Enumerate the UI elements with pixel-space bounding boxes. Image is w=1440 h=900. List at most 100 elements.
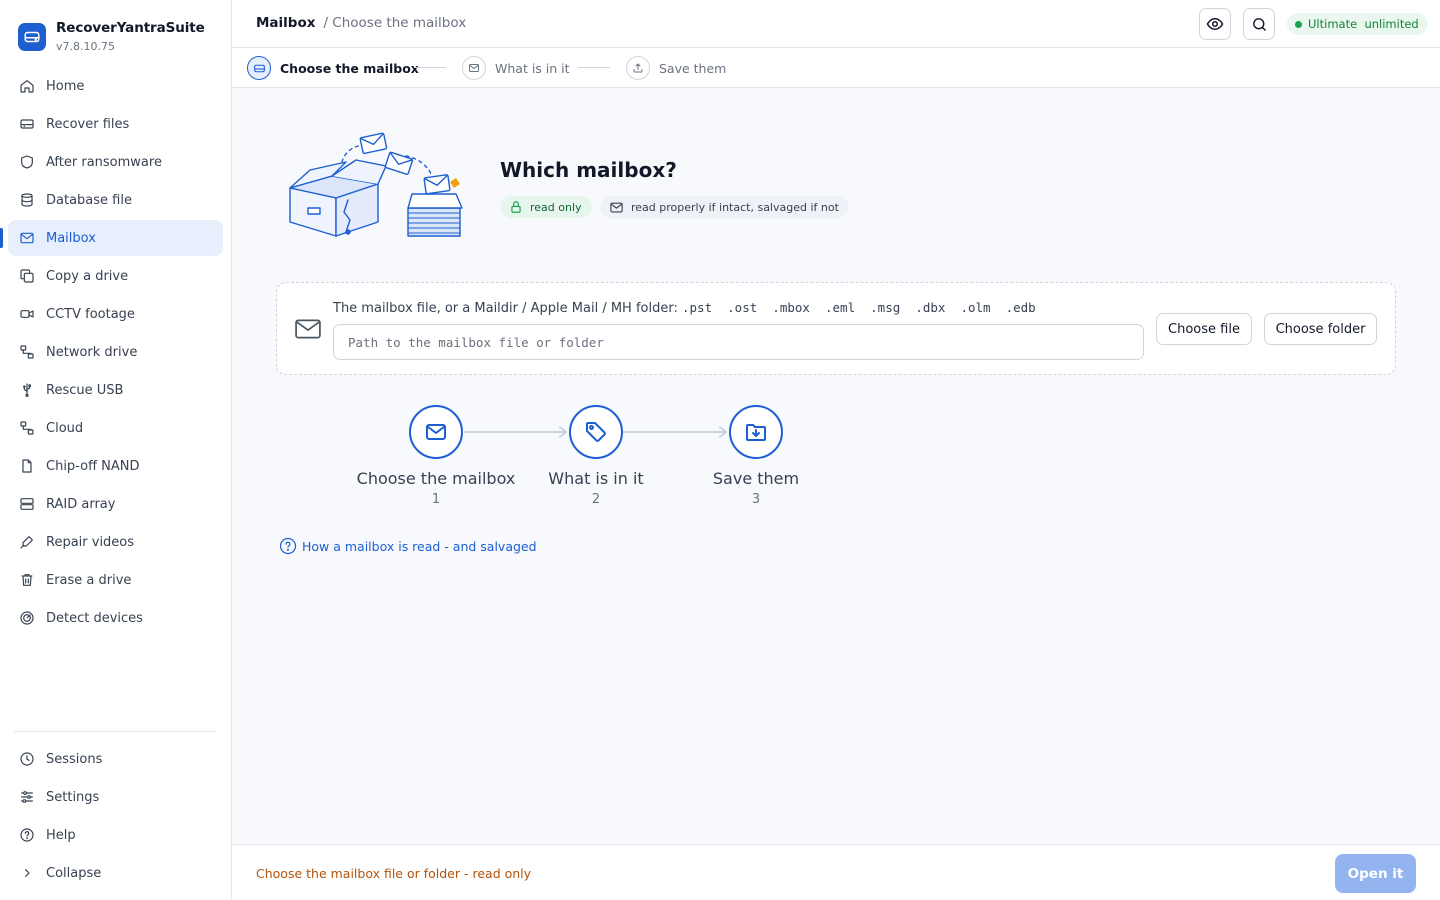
eye-icon [1206,17,1224,31]
flow-node-save-them [729,405,783,459]
step-choose-mailbox[interactable]: Choose the mailbox [247,56,419,80]
sidebar-nav: Home Recover files After ransomware Data… [0,68,223,638]
flow-node-what-is-in-it [569,405,623,459]
sidebar-item-help[interactable]: Help [8,817,223,853]
sidebar-item-mailbox[interactable]: Mailbox [0,220,223,256]
flow-label: Save them [712,469,800,488]
sidebar-item-chip-off-nand[interactable]: Chip-off NAND [8,448,223,484]
status-message: Choose the mailbox file or folder - read… [256,866,532,881]
badge-label: read properly if intact, salvaged if not [631,200,839,214]
step-save-them[interactable]: Save them [626,56,726,80]
mailbox-source-dropzone[interactable]: The mailbox file, or a Maildir / Apple M… [276,282,1396,375]
step-connector [414,67,446,68]
stepper: Choose the mailbox What is in it Save th… [232,48,1440,88]
step-what-is-in-it[interactable]: What is in it [462,56,570,80]
app-version: v7.8.10.75 [56,40,115,53]
page-title: Which mailbox? [500,158,677,182]
sidebar-bottom-nav: Sessions Settings Help Collapse [8,741,223,893]
mailbox-illustration [289,132,463,237]
sidebar-item-label: Copy a drive [46,268,129,284]
help-link-text[interactable]: How a mailbox is read - and salvaged [302,539,537,554]
breadcrumb-current: / Choose the mailbox [323,15,467,31]
sidebar-item-database-file[interactable]: Database file [8,182,223,218]
step-label: Choose the mailbox [280,60,419,76]
sidebar-item-label: Rescue USB [46,382,124,398]
sidebar-item-label: Sessions [46,751,103,767]
read-mode-badge: read properly if intact, salvaged if not [600,196,849,218]
plan-label: Ultimate unlimited [1308,17,1419,31]
sidebar-item-label: Network drive [46,344,138,360]
sidebar-item-label: CCTV footage [46,306,135,322]
source-label-text: The mailbox file, or a Maildir / Apple M… [333,301,678,316]
sidebar-item-network-drive[interactable]: Network drive [8,334,223,370]
sidebar-item-label: Chip-off NAND [46,458,140,474]
sidebar-item-label: Settings [46,789,100,805]
mail-icon [462,56,486,80]
sidebar: RecoverYantraSuite v7.8.10.75 Home Recov… [0,0,232,900]
lock-icon [511,201,521,213]
sidebar-item-label: After ransomware [46,154,162,170]
mail-icon [20,232,34,244]
sliders-icon [21,791,33,803]
camera-icon [20,310,34,318]
drive-icon [247,56,271,80]
breadcrumb-root[interactable]: Mailbox [256,15,315,31]
brand: RecoverYantraSuite v7.8.10.75 [18,20,205,53]
home-icon [20,80,34,93]
open-it-button[interactable]: Open it [1335,854,1416,893]
app-logo-icon [18,23,46,51]
plan-badge: Ultimate unlimited [1287,13,1428,35]
help-link[interactable]: How a mailbox is read - and salvaged [279,537,537,555]
cloud-icon [20,421,34,435]
sidebar-item-recover-files[interactable]: Recover files [8,106,223,142]
sidebar-item-copy-a-drive[interactable]: Copy a drive [8,258,223,294]
sidebar-item-raid-array[interactable]: RAID array [8,486,223,522]
sidebar-item-detect-devices[interactable]: Detect devices [8,600,223,636]
radar-icon [20,611,34,625]
sidebar-item-repair-videos[interactable]: Repair videos [8,524,223,560]
sidebar-item-label: Repair videos [46,534,135,550]
step-label: Save them [659,60,727,76]
sidebar-item-sessions[interactable]: Sessions [8,741,223,777]
sidebar-divider [14,731,216,732]
search-button[interactable] [1243,8,1275,40]
sidebar-item-rescue-usb[interactable]: Rescue USB [8,372,223,408]
sidebar-item-label: RAID array [46,496,116,512]
step-label: What is in it [495,60,570,76]
read-only-badge: read only [500,196,592,218]
folder-download-icon [746,424,766,441]
sidebar-item-cloud[interactable]: Cloud [8,410,223,446]
clock-icon [20,752,34,766]
source-label: The mailbox file, or a Maildir / Apple M… [333,300,1036,316]
sidebar-item-cctv-footage[interactable]: CCTV footage [8,296,223,332]
sidebar-item-label: Collapse [46,865,102,881]
breadcrumb: Mailbox / Choose the mailbox [256,15,466,31]
sidebar-item-home[interactable]: Home [8,68,223,104]
path-input[interactable] [333,324,1144,360]
copy-icon [20,269,34,283]
flow-step-number: 3 [751,492,761,507]
tag-icon [586,422,606,442]
choose-file-button[interactable]: Choose file [1156,313,1252,345]
sidebar-item-after-ransomware[interactable]: After ransomware [8,144,223,180]
app-name: RecoverYantraSuite [56,20,205,36]
preview-button[interactable] [1199,8,1231,40]
help-icon [279,537,297,555]
badge-label: read only [530,200,582,214]
topbar: Mailbox / Choose the mailbox Ultimate un… [232,0,1440,48]
network-icon [20,345,34,359]
status-dot-icon [1295,20,1302,28]
sidebar-item-label: Cloud [46,420,84,436]
sidebar-item-label: Detect devices [46,610,143,626]
mail-icon [610,202,623,212]
sidebar-item-settings[interactable]: Settings [8,779,223,815]
step-connector [578,67,610,68]
choose-folder-button[interactable]: Choose folder [1264,313,1377,345]
database-icon [21,193,33,207]
footer: Choose the mailbox file or folder - read… [232,844,1440,900]
upload-icon [626,56,650,80]
sidebar-item-collapse[interactable]: Collapse [8,855,223,891]
sidebar-item-erase-a-drive[interactable]: Erase a drive [8,562,223,598]
supported-extensions: .pst .ost .mbox .eml .msg .dbx .olm .edb [682,300,1036,315]
sidebar-item-label: Erase a drive [46,572,132,588]
